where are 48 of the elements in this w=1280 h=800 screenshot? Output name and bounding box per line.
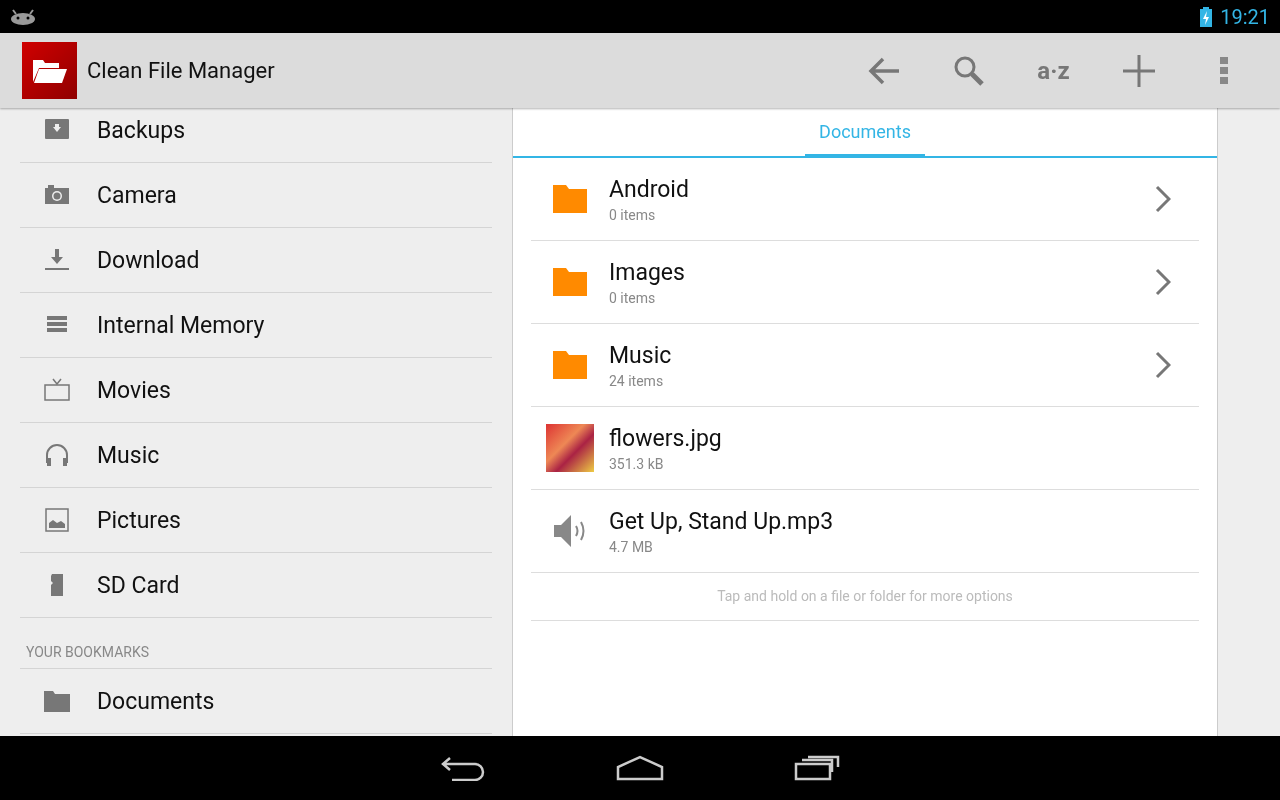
chevron-right-icon	[1155, 268, 1171, 296]
plus-icon	[1121, 53, 1156, 88]
sidebar-item[interactable]: Movies	[20, 358, 492, 423]
headphones-icon	[43, 441, 71, 469]
file-row[interactable]: Images 0 items	[531, 241, 1199, 324]
file-row[interactable]: Music 24 items	[531, 324, 1199, 407]
file-name: Music	[609, 341, 673, 369]
file-name: Images	[609, 258, 686, 286]
recent-apps-button[interactable]	[794, 755, 840, 781]
hint-text: Tap and hold on a file or folder for more options	[531, 573, 1199, 621]
folder-icon	[553, 185, 587, 213]
file-name: flowers.jpg	[609, 424, 723, 452]
sidebar-item[interactable]: Pictures	[20, 488, 492, 553]
file-detail: 0 items	[609, 206, 657, 223]
file-detail: 4.7 MB	[609, 538, 654, 555]
sidebar-item[interactable]: SD Card	[20, 553, 492, 618]
search-icon	[952, 54, 985, 87]
chevron-right-icon	[1155, 185, 1171, 213]
file-row[interactable]: Get Up, Stand Up.mp3 4.7 MB	[531, 490, 1199, 573]
chevron-right-icon	[1155, 351, 1171, 379]
file-row[interactable]: flowers.jpg 351.3 kB	[531, 407, 1199, 490]
photo-thumbnail	[546, 424, 594, 472]
picture-icon	[43, 506, 71, 534]
overflow-menu-icon	[1219, 56, 1228, 85]
file-row[interactable]: Android 0 items	[531, 158, 1199, 241]
tv-icon	[43, 376, 71, 404]
sidebar-item[interactable]: Backups	[20, 108, 492, 163]
file-detail: 351.3 kB	[609, 455, 665, 472]
bookmark-item[interactable]: Documents	[20, 669, 492, 734]
folder-icon	[553, 351, 587, 379]
file-name: Get Up, Stand Up.mp3	[609, 507, 835, 535]
battery-charging-icon	[1200, 6, 1213, 27]
home-nav-button[interactable]	[616, 755, 664, 781]
back-nav-button[interactable]	[440, 755, 486, 781]
sidebar-item[interactable]: Download	[20, 228, 492, 293]
android-icon	[10, 8, 36, 25]
back-arrow-icon	[866, 55, 901, 86]
app-logo	[22, 42, 77, 99]
app-title: Clean File Manager	[87, 58, 276, 83]
file-detail: 0 items	[609, 289, 657, 306]
clock-time: 19:21	[1220, 4, 1270, 29]
folder-icon	[553, 268, 587, 296]
bookmarks-heading: YOUR BOOKMARKS	[20, 618, 492, 669]
file-name: Android	[609, 175, 690, 203]
file-detail: 24 items	[609, 372, 665, 389]
sidebar-item[interactable]: Internal Memory	[20, 293, 492, 358]
sidebar-item[interactable]: Camera	[20, 163, 492, 228]
sidebar-item[interactable]: Music	[20, 423, 492, 488]
